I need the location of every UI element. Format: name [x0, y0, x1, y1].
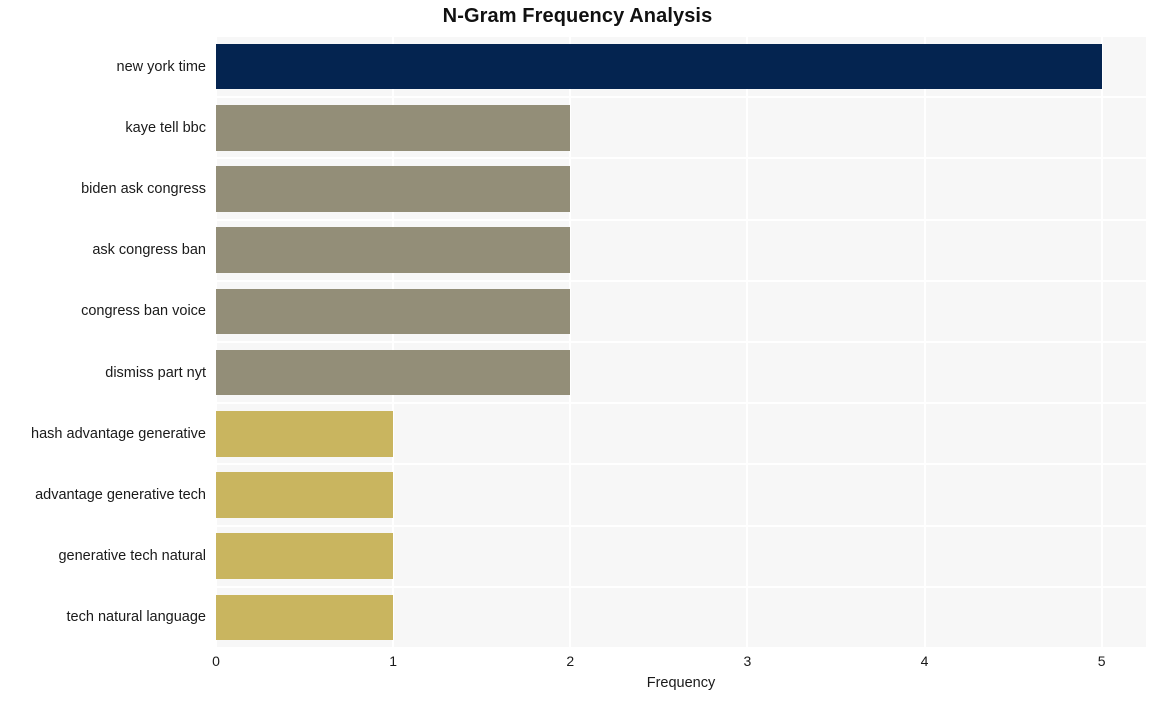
y-axis-labels: new york time kaye tell bbc biden ask cong…: [0, 36, 206, 648]
x-axis-tick-label: 2: [566, 653, 575, 669]
y-gridline: [216, 279, 1146, 282]
y-axis-tick-label: dismiss part nyt: [105, 364, 206, 381]
y-axis-tick-label: tech natural language: [66, 609, 206, 626]
bar[interactable]: [216, 594, 394, 641]
bar[interactable]: [216, 533, 394, 579]
y-axis-tick-label: advantage generative tech: [35, 487, 206, 503]
y-gridline: [216, 524, 1146, 527]
x-axis-title: Frequency: [646, 675, 716, 691]
y-gridline: [216, 585, 1146, 588]
y-axis-tick-label: kaye tell bbc: [125, 119, 206, 136]
chart-title: N-Gram Frequency Analysis: [442, 5, 713, 27]
y-gridline: [216, 157, 1146, 160]
y-axis-tick-label: biden ask congress: [81, 181, 206, 197]
y-gridline: [216, 341, 1146, 343]
bar[interactable]: [216, 411, 394, 457]
x-axis-tick-label: 4: [920, 653, 929, 669]
y-gridline: [216, 96, 1146, 99]
chart-figure: N-Gram Frequency Analysis new york time k…: [0, 0, 1155, 701]
y-axis-tick-label: hash advantage generative: [31, 425, 206, 442]
y-axis-tick-label: congress ban voice: [81, 303, 206, 320]
plot-area: [216, 36, 1146, 648]
y-gridline: [216, 647, 1146, 648]
y-gridline: [216, 36, 1146, 37]
y-axis-tick-label: ask congress ban: [92, 242, 206, 259]
y-gridline: [216, 463, 1146, 466]
x-axis-tick-label: 5: [1097, 653, 1106, 669]
bar[interactable]: [216, 105, 571, 151]
y-gridline: [216, 218, 1146, 221]
bar[interactable]: [216, 349, 571, 396]
y-gridline: [216, 402, 1146, 405]
bar[interactable]: [216, 227, 571, 273]
x-axis-tick-label: 1: [389, 653, 398, 669]
x-axis-ticks: 0 1 2 3 4 5: [0, 653, 1155, 673]
bar[interactable]: [216, 166, 571, 212]
x-axis-tick-label: 3: [743, 653, 752, 669]
bar[interactable]: [216, 472, 394, 518]
x-axis-tick-label: 0: [212, 653, 220, 669]
bar[interactable]: [216, 288, 571, 335]
bar[interactable]: [216, 43, 1102, 90]
y-axis-tick-label: generative tech natural: [58, 548, 206, 565]
y-axis-tick-label: new york time: [116, 58, 206, 75]
